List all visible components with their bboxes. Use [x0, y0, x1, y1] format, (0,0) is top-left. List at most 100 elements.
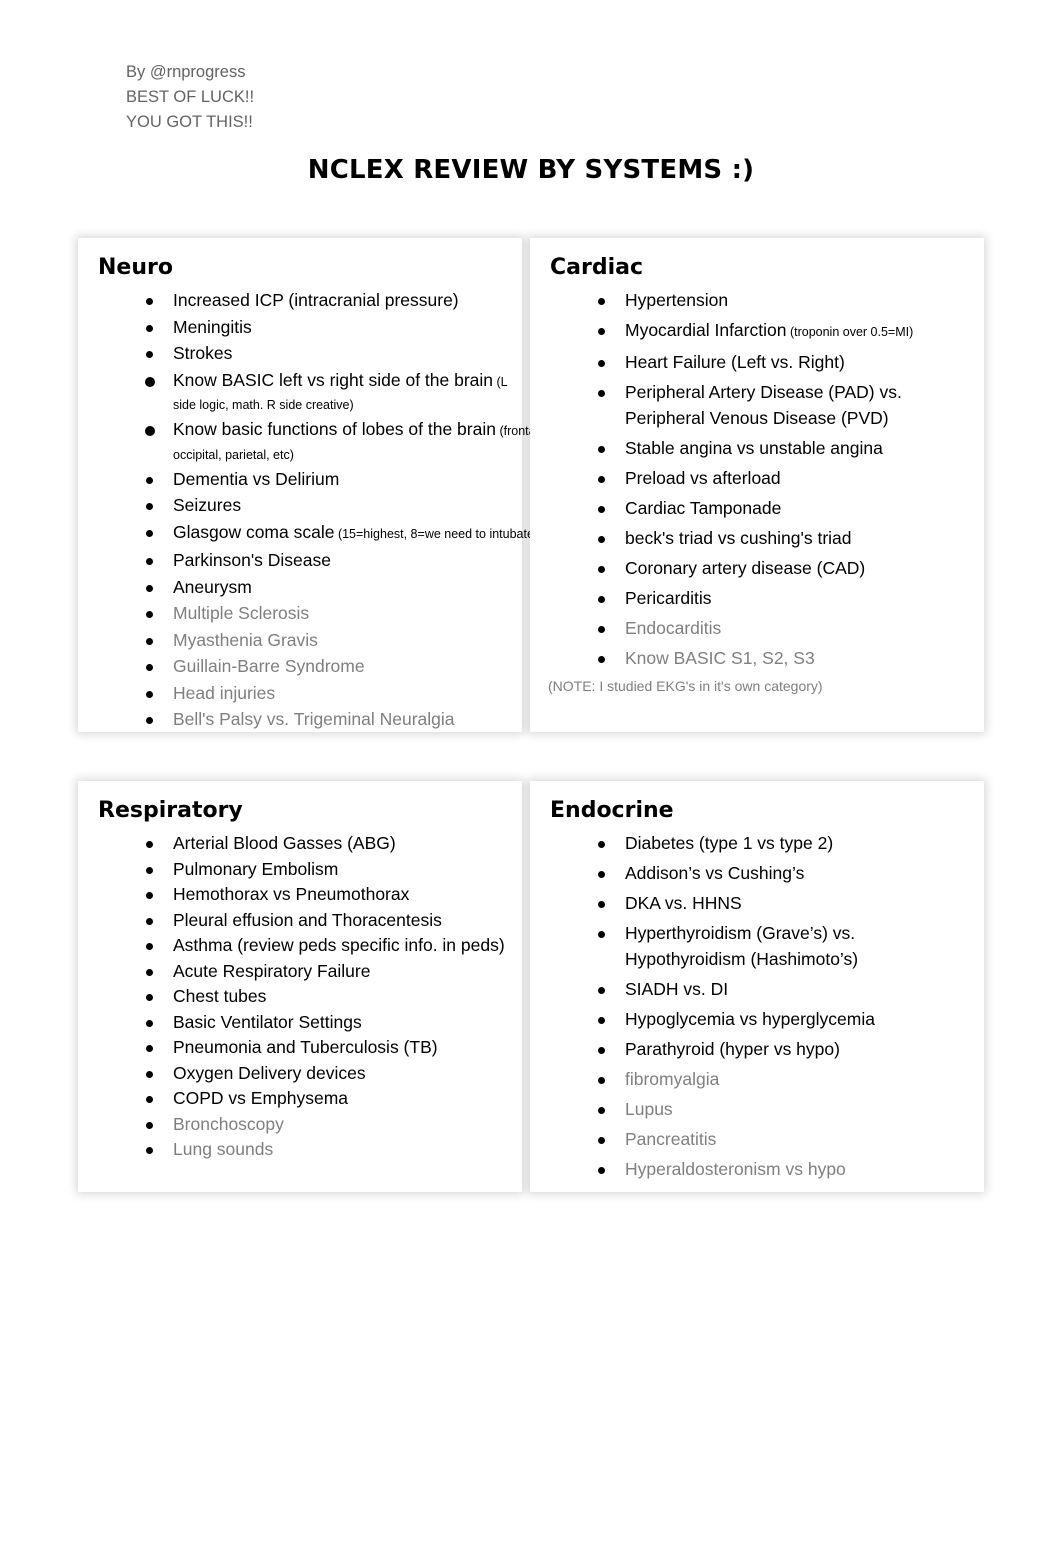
- list-item: Glasgow coma scale (15=highest, 8=we nee…: [146, 520, 538, 548]
- list-item: Hyperaldosteronism vs hypo: [598, 1157, 974, 1183]
- systems-grid: Neuro Increased ICP (intracranial pressu…: [78, 238, 984, 1241]
- list-item-label: Dementia vs Delirium: [173, 468, 340, 489]
- list-item: Strokes: [146, 341, 512, 367]
- list-item: Acute Respiratory Failure: [146, 959, 512, 985]
- card-title-neuro: Neuro: [98, 255, 173, 280]
- list-item-label: Seizures: [173, 495, 242, 515]
- list-item-label: Basic Ventilator Settings: [173, 1011, 362, 1032]
- list-item: Pulmonary Embolism: [146, 857, 512, 883]
- list-item-label: Hyperaldosteronism vs hypo: [625, 1158, 846, 1179]
- list-item-label: Asthma (review peds specific info. in pe…: [173, 935, 505, 955]
- list-item-label: Stable angina vs unstable angina: [625, 437, 883, 458]
- list-item-label: Head injuries: [173, 682, 276, 703]
- list-item: Stable angina vs unstable angina: [598, 436, 974, 462]
- list-item-label: Pericarditis: [625, 587, 712, 608]
- list-item-label: Acute Respiratory Failure: [173, 960, 371, 981]
- byline-line-3: YOU GOT THIS!!: [126, 113, 253, 131]
- list-item-label: Endocarditis: [625, 617, 722, 638]
- list-cardiac: Hypertension Myocardial Infarction (tropo…: [548, 288, 974, 671]
- list-item-label: Hyperthyroidism (Grave’s) vs. Hypothyroi…: [625, 923, 859, 969]
- list-item: Multiple Sclerosis: [146, 601, 512, 627]
- list-item-label: Lupus: [625, 1098, 673, 1119]
- card-cardiac: Cardiac Hypertension Myocardial Infarctio…: [530, 238, 984, 732]
- list-item-label: Myocardial Infarction: [625, 320, 787, 340]
- list-item-label: fibromyalgia: [625, 1068, 720, 1089]
- list-item-label: Multiple Sclerosis: [173, 603, 310, 623]
- list-item: Parathyroid (hyper vs hypo): [598, 1037, 974, 1063]
- list-item: beck's triad vs cushing's triad: [598, 526, 974, 552]
- list-item-label: Cardiac Tamponade: [625, 497, 782, 518]
- list-item: Head injuries: [146, 681, 512, 707]
- list-item-label: Pancreatitis: [625, 1128, 717, 1149]
- page-title: NCLEX REVIEW BY SYSTEMS :): [307, 155, 755, 185]
- card-title-respiratory: Respiratory: [98, 798, 243, 823]
- list-item: Bronchoscopy: [146, 1112, 512, 1138]
- list-item-note-continued: occipital, parietal, etc): [173, 447, 294, 462]
- list-item: Pleural effusion and Thoracentesis: [146, 908, 512, 934]
- list-item: Dementia vs Delirium: [146, 467, 512, 493]
- list-item: Heart Failure (Left vs. Right): [598, 350, 974, 376]
- list-item-label: Glasgow coma scale: [173, 521, 335, 542]
- list-item: Guillain-Barre Syndrome: [146, 654, 512, 680]
- list-endocrine: Diabetes (type 1 vs type 2) Addison’s vs …: [548, 831, 974, 1182]
- list-item: Chest tubes: [146, 984, 512, 1010]
- list-item-label: Lung sounds: [173, 1139, 274, 1159]
- card-row-1: Neuro Increased ICP (intracranial pressu…: [78, 238, 984, 732]
- list-item: Hemothorax vs Pneumothorax: [146, 882, 512, 908]
- list-item-label: SIADH vs. DI: [625, 978, 729, 999]
- list-item-label: Hypertension: [625, 290, 729, 310]
- list-item-label: Bell's Palsy vs. Trigeminal Neuralgia: [173, 709, 455, 729]
- list-item: Know BASIC S1, S2, S3: [598, 646, 974, 672]
- list-item-label: Aneurysm: [173, 576, 252, 597]
- list-item: Lupus: [598, 1097, 974, 1123]
- card-note-cardiac: (NOTE: I studied EKG's in it's own categ…: [548, 677, 823, 694]
- byline-line-2: BEST OF LUCK!!: [126, 88, 255, 106]
- list-item-label: Preload vs afterload: [625, 467, 781, 488]
- list-item-label: Parkinson's Disease: [173, 550, 331, 570]
- list-item: Coronary artery disease (CAD): [598, 556, 974, 582]
- list-item-label: beck's triad vs cushing's triad: [625, 527, 852, 548]
- list-item: Bell's Palsy vs. Trigeminal Neuralgia: [146, 707, 512, 733]
- list-item: Arterial Blood Gasses (ABG): [146, 831, 512, 857]
- list-item-note: (15=highest, 8=we need to intubate): [334, 526, 539, 541]
- list-neuro: Increased ICP (intracranial pressure) Men…: [96, 288, 609, 733]
- list-item: Cardiac Tamponade: [598, 496, 974, 522]
- card-respiratory: Respiratory Arterial Blood Gasses (ABG) P…: [78, 781, 522, 1192]
- list-item-label: Parathyroid (hyper vs hypo): [625, 1038, 840, 1059]
- list-item: Preload vs afterload: [598, 466, 974, 492]
- list-item: Peripheral Artery Disease (PAD) vs. Peri…: [598, 380, 974, 431]
- list-item: Diabetes (type 1 vs type 2): [598, 831, 974, 857]
- list-item-label: Hypoglycemia vs hyperglycemia: [625, 1008, 875, 1029]
- list-item: Hypoglycemia vs hyperglycemia: [598, 1007, 974, 1033]
- list-item: Lung sounds: [146, 1137, 512, 1163]
- list-item: Basic Ventilator Settings: [146, 1010, 512, 1036]
- list-item: Pericarditis: [598, 586, 974, 612]
- list-item: Seizures: [146, 493, 512, 519]
- list-item-label: Know basic functions of lobes of the bra…: [173, 419, 496, 439]
- document-page: By @rnprogress BEST OF LUCK!! YOU GOT TH…: [0, 0, 1062, 1556]
- card-row-2: Respiratory Arterial Blood Gasses (ABG) P…: [78, 781, 984, 1192]
- list-item: Know basic functions of lobes of the bra…: [145, 417, 609, 466]
- list-item-label: Pleural effusion and Thoracentesis: [173, 909, 442, 930]
- list-item-note: (L: [493, 374, 508, 389]
- list-item-label: Guillain-Barre Syndrome: [173, 656, 365, 676]
- list-item-label: COPD vs Emphysema: [173, 1088, 349, 1108]
- list-item: Myasthenia Gravis: [146, 628, 512, 654]
- list-item-label: Chest tubes: [173, 986, 267, 1006]
- card-neuro: Neuro Increased ICP (intracranial pressu…: [78, 238, 609, 733]
- card-title-cardiac: Cardiac: [550, 255, 644, 280]
- list-item: Myocardial Infarction (troponin over 0.5…: [598, 318, 974, 346]
- list-item-label: Meningitis: [173, 316, 252, 337]
- list-item-label: Strokes: [173, 343, 233, 363]
- list-item-note: (troponin over 0.5=MI): [786, 325, 914, 339]
- list-item-note-continued: side logic, math. R side creative): [173, 398, 354, 412]
- list-item: Aneurysm: [146, 575, 512, 601]
- list-item-label: Coronary artery disease (CAD): [625, 557, 866, 578]
- list-item: Asthma (review peds specific info. in pe…: [146, 933, 512, 959]
- list-item-label: Diabetes (type 1 vs type 2): [625, 833, 834, 853]
- list-item-label: Pulmonary Embolism: [173, 858, 339, 879]
- list-item: Pancreatitis: [598, 1127, 974, 1153]
- list-item-label: Arterial Blood Gasses (ABG): [173, 833, 396, 853]
- list-item-label: Know BASIC left vs right side of the bra…: [173, 369, 494, 390]
- list-item-label: Hemothorax vs Pneumothorax: [173, 884, 410, 904]
